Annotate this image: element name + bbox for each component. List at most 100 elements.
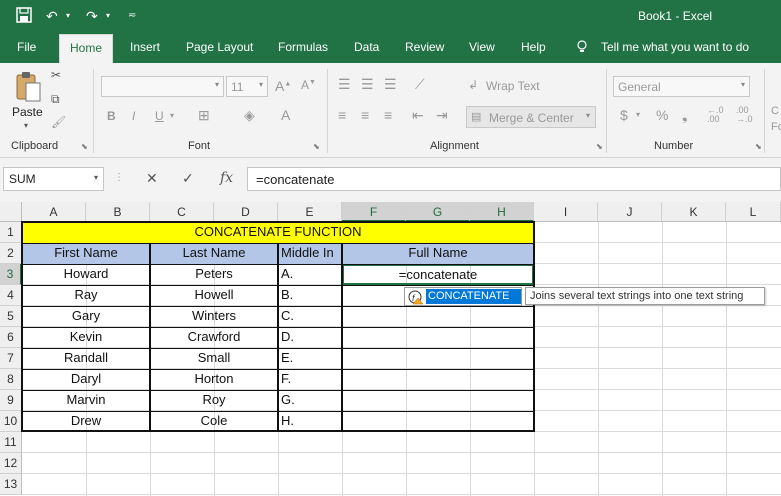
cell-first-name[interactable]: Randall xyxy=(22,348,150,369)
cell-last-name[interactable]: Cole xyxy=(150,411,278,432)
tab-home[interactable]: Home xyxy=(59,34,114,63)
paste-dropdown-icon[interactable]: ▾ xyxy=(24,121,28,130)
name-box-dropdown-icon[interactable]: ▾ xyxy=(94,173,98,182)
confirm-entry-icon[interactable]: ✓ xyxy=(182,170,194,187)
increase-font-size-icon[interactable]: A▲ xyxy=(275,78,291,94)
cell-last-name[interactable]: Horton xyxy=(150,369,278,390)
tab-data[interactable]: Data xyxy=(354,40,379,54)
row-header-2[interactable]: 2 xyxy=(0,243,22,264)
column-header-j[interactable]: J xyxy=(598,202,662,222)
increase-indent-icon[interactable]: ⇥ xyxy=(436,107,448,124)
cell-last-name[interactable]: Howell xyxy=(150,285,278,306)
cancel-entry-icon[interactable]: ✕ xyxy=(146,170,158,187)
paste-icon[interactable] xyxy=(14,71,42,108)
header-first-name[interactable]: First Name xyxy=(22,243,150,264)
lightbulb-icon[interactable] xyxy=(576,40,588,57)
row-header-10[interactable]: 10 xyxy=(0,411,22,432)
wrap-text-button[interactable]: Wrap Text xyxy=(486,79,540,93)
format-painter-icon[interactable]: 🖌 xyxy=(51,115,66,129)
cell-last-name[interactable]: Roy xyxy=(150,390,278,411)
currency-button[interactable]: $ xyxy=(620,107,628,123)
column-header-b[interactable]: B xyxy=(86,202,150,222)
increase-decimal-icon[interactable]: ←.0.00 xyxy=(707,106,724,124)
formatting-partial[interactable]: Fo xyxy=(771,121,781,133)
align-middle-icon[interactable]: ☰ xyxy=(361,76,374,93)
tab-view[interactable]: View xyxy=(469,40,495,54)
cell-first-name[interactable]: Ray xyxy=(22,285,150,306)
cell-last-name[interactable]: Winters xyxy=(150,306,278,327)
align-left-icon[interactable]: ≡ xyxy=(338,107,346,123)
column-header-d[interactable]: D xyxy=(214,202,278,222)
column-header-k[interactable]: K xyxy=(662,202,726,222)
clipboard-launcher-icon[interactable]: ⬊ xyxy=(81,142,88,151)
cell-first-name[interactable]: Marvin xyxy=(22,390,150,411)
row-header-6[interactable]: 6 xyxy=(0,327,22,348)
select-all-corner[interactable] xyxy=(0,202,22,222)
cell-last-name[interactable]: Peters xyxy=(150,264,278,285)
column-header-f[interactable]: F xyxy=(342,202,406,222)
name-box[interactable]: SUM ▾ xyxy=(3,167,104,191)
comma-style-icon[interactable]: ❟ xyxy=(682,107,688,124)
conditional-formatting-partial[interactable]: C xyxy=(771,105,779,117)
cell-first-name[interactable]: Gary xyxy=(22,306,150,327)
column-header-l[interactable]: L xyxy=(726,202,781,222)
number-format-dropdown[interactable]: General ▾ xyxy=(613,76,750,97)
function-autocomplete-list[interactable]: f CONCATENATE xyxy=(404,287,522,306)
row-header-8[interactable]: 8 xyxy=(0,369,22,390)
row-header-11[interactable]: 11 xyxy=(0,432,22,453)
cell-middle-initial[interactable]: A. xyxy=(278,264,342,285)
borders-icon[interactable]: ⊞ xyxy=(198,107,210,124)
row-header-4[interactable]: 4 xyxy=(0,285,22,306)
align-bottom-icon[interactable]: ☰ xyxy=(384,76,397,93)
tab-formulas[interactable]: Formulas xyxy=(278,40,328,54)
redo-icon[interactable]: ↷ xyxy=(86,7,98,25)
insert-function-icon[interactable]: fx xyxy=(220,170,233,186)
tab-help[interactable]: Help xyxy=(521,40,546,54)
font-color-icon[interactable]: A xyxy=(281,107,290,123)
cell-middle-initial[interactable]: D. xyxy=(278,327,342,348)
row-header-9[interactable]: 9 xyxy=(0,390,22,411)
cell-last-name[interactable]: Crawford xyxy=(150,327,278,348)
cell-middle-initial[interactable]: E. xyxy=(278,348,342,369)
customize-toolbar-icon[interactable]: ≂ xyxy=(128,7,136,25)
merge-center-button[interactable]: ▤ Merge & Center ▾ xyxy=(466,106,596,128)
alignment-launcher-icon[interactable]: ⬊ xyxy=(596,142,603,151)
decrease-indent-icon[interactable]: ⇤ xyxy=(412,107,424,124)
paste-label[interactable]: Paste xyxy=(12,105,43,119)
tab-insert[interactable]: Insert xyxy=(130,40,160,54)
tab-page-layout[interactable]: Page Layout xyxy=(186,40,253,54)
orientation-icon[interactable]: ⟋ xyxy=(415,76,425,93)
active-cell-editor[interactable]: =concatenate xyxy=(342,264,534,285)
cell-first-name[interactable]: Daryl xyxy=(22,369,150,390)
align-right-icon[interactable]: ≡ xyxy=(384,107,392,123)
align-top-icon[interactable]: ☰ xyxy=(338,76,351,93)
underline-button[interactable]: U xyxy=(155,109,164,123)
redo-dropdown-icon[interactable]: ▾ xyxy=(106,7,110,25)
row-header-7[interactable]: 7 xyxy=(0,348,22,369)
cell-middle-initial[interactable]: C. xyxy=(278,306,342,327)
font-name-dropdown[interactable]: ▾ xyxy=(101,76,224,97)
row-header-5[interactable]: 5 xyxy=(0,306,22,327)
currency-dropdown-icon[interactable]: ▾ xyxy=(636,110,640,119)
number-launcher-icon[interactable]: ⬊ xyxy=(755,142,762,151)
percent-button[interactable]: % xyxy=(656,107,668,123)
cell-middle-initial[interactable]: F. xyxy=(278,369,342,390)
cell-first-name[interactable]: Howard xyxy=(22,264,150,285)
column-header-a[interactable]: A xyxy=(22,202,86,222)
cell-first-name[interactable]: Kevin xyxy=(22,327,150,348)
row-header-3[interactable]: 3 xyxy=(0,264,22,285)
cell-middle-initial[interactable]: G. xyxy=(278,390,342,411)
cell-first-name[interactable]: Drew xyxy=(22,411,150,432)
decrease-decimal-icon[interactable]: .00 →.0 xyxy=(736,106,753,124)
row-header-12[interactable]: 12 xyxy=(0,453,22,474)
row-header-1[interactable]: 1 xyxy=(0,222,22,243)
bold-button[interactable]: B xyxy=(107,109,116,123)
row-header-13[interactable]: 13 xyxy=(0,474,22,495)
formula-input[interactable]: =concatenate xyxy=(247,167,781,191)
font-size-dropdown[interactable]: 11 ▾ xyxy=(226,76,268,97)
copy-icon[interactable]: ⧉ xyxy=(51,92,60,107)
italic-button[interactable]: I xyxy=(132,109,135,123)
font-launcher-icon[interactable]: ⬊ xyxy=(313,142,320,151)
undo-icon[interactable]: ↶ xyxy=(46,7,58,25)
column-header-h[interactable]: H xyxy=(470,202,534,222)
